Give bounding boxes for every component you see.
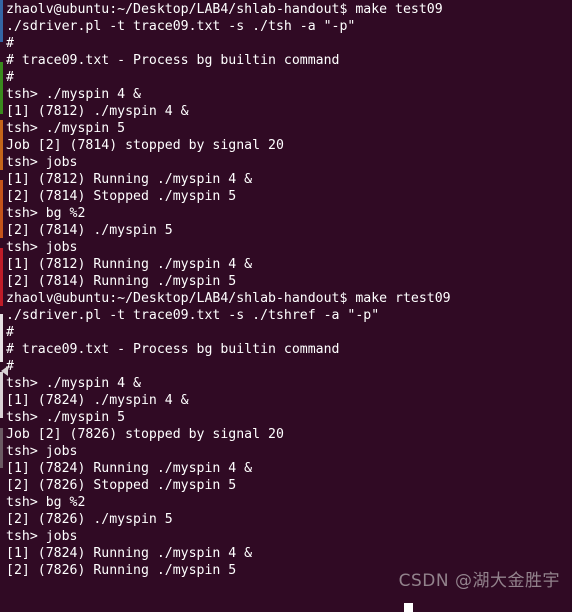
csdn-watermark: CSDN @湖大金胜宇 xyxy=(398,571,560,591)
terminal-line: tsh> ./myspin 5 xyxy=(6,410,126,425)
text-cursor xyxy=(404,603,413,612)
marker-blue xyxy=(0,0,3,42)
terminal-line: [2] (7826) Stopped ./myspin 5 xyxy=(6,478,237,493)
terminal-line: tsh> jobs xyxy=(6,240,78,255)
marker-orange-2 xyxy=(0,180,3,238)
terminal-line: zhaolv@ubuntu:~/Desktop/LAB4/shlab-hando… xyxy=(6,291,451,306)
terminal-line: [1] (7824) ./myspin 4 & xyxy=(6,393,189,408)
terminal-line: # xyxy=(6,36,14,51)
terminal-line: [1] (7824) Running ./myspin 4 & xyxy=(6,546,253,561)
terminal-line: Job [2] (7826) stopped by signal 20 xyxy=(6,427,284,442)
terminal-line: [1] (7812) ./myspin 4 & xyxy=(6,104,189,119)
terminal-line: tsh> ./myspin 4 & xyxy=(6,87,141,102)
command-marker-strip xyxy=(0,0,3,612)
terminal-line: tsh> ./myspin 4 & xyxy=(6,376,141,391)
terminal-output-screen[interactable]: zhaolv@ubuntu:~/Desktop/LAB4/shlab-hando… xyxy=(0,0,572,579)
terminal-line: [1] (7824) Running ./myspin 4 & xyxy=(6,461,253,476)
terminal-line: # xyxy=(6,325,14,340)
marker-red xyxy=(0,248,3,306)
marker-dim xyxy=(0,428,3,468)
terminal-line: [2] (7814) Stopped ./myspin 5 xyxy=(6,189,237,204)
terminal-line: [1] (7812) Running ./myspin 4 & xyxy=(6,257,253,272)
marker-white xyxy=(0,314,3,362)
prompt-arrow-marker xyxy=(1,366,8,376)
terminal-window[interactable]: zhaolv@ubuntu:~/Desktop/LAB4/shlab-hando… xyxy=(0,0,572,612)
terminal-line: ./sdriver.pl -t trace09.txt -s ./tshref … xyxy=(6,308,380,323)
terminal-line: [1] (7812) Running ./myspin 4 & xyxy=(6,172,253,187)
terminal-line: # xyxy=(6,70,14,85)
marker-green xyxy=(0,62,3,114)
terminal-line: # trace09.txt - Process bg builtin comma… xyxy=(6,342,340,357)
marker-orange xyxy=(0,120,3,170)
terminal-line: zhaolv@ubuntu:~/Desktop/LAB4/shlab-hando… xyxy=(6,2,443,17)
terminal-line: ./sdriver.pl -t trace09.txt -s ./tsh -a … xyxy=(6,19,356,34)
terminal-line: Job [2] (7814) stopped by signal 20 xyxy=(6,138,284,153)
terminal-line: [2] (7826) ./myspin 5 xyxy=(6,512,173,527)
terminal-line: # xyxy=(6,359,14,374)
terminal-line: tsh> bg %2 xyxy=(6,495,86,510)
terminal-line: tsh> ./myspin 5 xyxy=(6,121,126,136)
terminal-line: tsh> bg %2 xyxy=(6,206,86,221)
terminal-line: tsh> jobs xyxy=(6,529,78,544)
terminal-line: [2] (7814) ./myspin 5 xyxy=(6,223,173,238)
terminal-line: tsh> jobs xyxy=(6,444,78,459)
terminal-line: # trace09.txt - Process bg builtin comma… xyxy=(6,53,340,68)
terminal-line: tsh> jobs xyxy=(6,155,78,170)
marker-white-2 xyxy=(0,372,3,418)
terminal-line: [2] (7814) Running ./myspin 5 xyxy=(6,274,237,289)
